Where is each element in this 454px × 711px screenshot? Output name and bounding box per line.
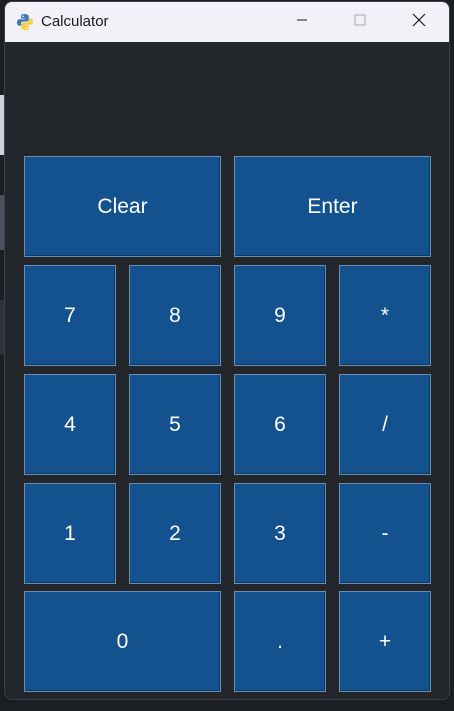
digit-8-button[interactable]: 8 — [129, 265, 221, 366]
digit-3-button[interactable]: 3 — [234, 483, 326, 584]
enter-button[interactable]: Enter — [234, 156, 431, 257]
clear-button[interactable]: Clear — [24, 156, 221, 257]
calculator-window: Calculator Clear Enter 7 8 9 * 4 5 6 / 1… — [4, 1, 450, 700]
python-icon — [16, 13, 34, 31]
digit-1-button[interactable]: 1 — [24, 483, 116, 584]
close-button[interactable] — [390, 2, 448, 42]
window-title: Calculator — [41, 13, 109, 30]
calculator-display — [5, 42, 449, 152]
add-button[interactable]: + — [339, 591, 431, 692]
digit-5-button[interactable]: 5 — [129, 374, 221, 475]
title-bar[interactable]: Calculator — [5, 2, 449, 42]
subtract-button[interactable]: - — [339, 483, 431, 584]
digit-2-button[interactable]: 2 — [129, 483, 221, 584]
digit-9-button[interactable]: 9 — [234, 265, 326, 366]
multiply-button[interactable]: * — [339, 265, 431, 366]
digit-7-button[interactable]: 7 — [24, 265, 116, 366]
digit-6-button[interactable]: 6 — [234, 374, 326, 475]
maximize-button[interactable] — [331, 2, 389, 42]
minimize-icon — [296, 13, 308, 31]
divide-button[interactable]: / — [339, 374, 431, 475]
maximize-icon — [354, 13, 366, 31]
close-icon — [412, 13, 426, 32]
digit-0-button[interactable]: 0 — [24, 591, 221, 692]
decimal-point-button[interactable]: . — [234, 591, 326, 692]
minimize-button[interactable] — [273, 2, 331, 42]
digit-4-button[interactable]: 4 — [24, 374, 116, 475]
